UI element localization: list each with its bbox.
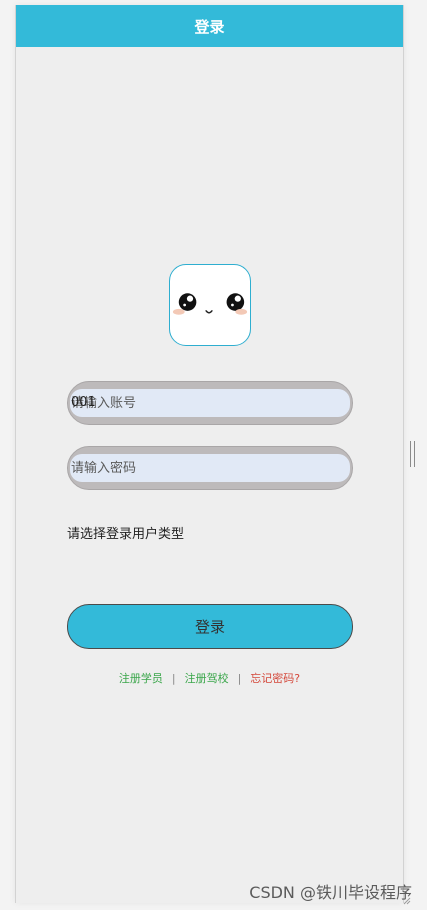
- app-screen: 登录 001 请选择登录用户类型 登录 注册学员 | 注册驾校 | 忘记密码?: [15, 5, 404, 903]
- cute-face-icon: [172, 293, 248, 315]
- login-button[interactable]: 登录: [67, 604, 353, 649]
- resize-grip-icon[interactable]: [403, 897, 411, 905]
- resize-handle[interactable]: [410, 441, 415, 467]
- account-input[interactable]: [70, 389, 350, 417]
- register-student-link[interactable]: 注册学员: [119, 670, 163, 686]
- header-bar: 登录: [16, 5, 403, 47]
- user-type-select[interactable]: 请选择登录用户类型: [67, 523, 184, 542]
- password-input[interactable]: [70, 454, 350, 482]
- account-field: 001: [67, 381, 353, 425]
- avatar: [169, 264, 251, 346]
- watermark: CSDN @铁川毕设程序: [249, 883, 412, 902]
- page-title: 登录: [194, 17, 225, 36]
- forgot-password-link[interactable]: 忘记密码?: [250, 670, 300, 686]
- link-separator: |: [171, 671, 176, 685]
- link-separator: |: [237, 671, 242, 685]
- password-field: [67, 446, 353, 490]
- footer-links: 注册学员 | 注册驾校 | 忘记密码?: [16, 670, 403, 686]
- register-school-link[interactable]: 注册驾校: [185, 670, 229, 686]
